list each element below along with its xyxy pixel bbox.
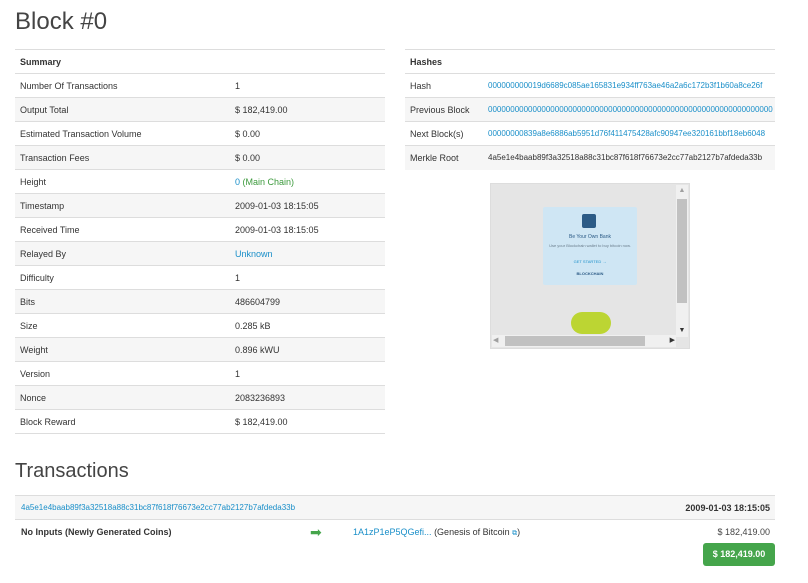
- wallet-icon: [582, 214, 596, 228]
- table-row: Estimated Transaction Volume $ 0.00: [15, 121, 385, 146]
- row-value: $ 0.00: [230, 145, 385, 170]
- transaction-output: 1A1zP1eP5QGefi... (Genesis of Bitcoin ⧉): [353, 527, 520, 538]
- hashes-table: Hashes Hash 000000000019d6689c085ae16583…: [405, 49, 775, 170]
- row-label: Hash: [405, 73, 483, 98]
- table-row: Relayed By Unknown: [15, 241, 385, 266]
- row-label: Weight: [15, 337, 230, 362]
- table-row: Hash 000000000019d6689c085ae165831e934ff…: [405, 73, 775, 98]
- table-row: Block Reward $ 182,419.00: [15, 409, 385, 434]
- row-value: 486604799: [230, 289, 385, 314]
- row-label: Nonce: [15, 385, 230, 410]
- next-block-value: 00000000839a8e6886ab5951d76f411475428afc…: [483, 121, 775, 146]
- row-label: Block Reward: [15, 409, 230, 434]
- table-row: Version 1: [15, 361, 385, 386]
- row-value: $ 0.00: [230, 121, 385, 146]
- row-label: Next Block(s): [405, 121, 483, 146]
- row-label: Transaction Fees: [15, 145, 230, 170]
- relayed-by-value: Unknown: [230, 241, 385, 266]
- hash-link[interactable]: 000000000019d6689c085ae165831e934ff763ae…: [488, 81, 762, 90]
- table-row: Received Time 2009-01-03 18:15:05: [15, 217, 385, 242]
- next-block-link[interactable]: 00000000839a8e6886ab5951d76f411475428afc…: [488, 129, 765, 138]
- table-row: Number Of Transactions 1: [15, 73, 385, 98]
- row-value: 0.896 kWU: [230, 337, 385, 362]
- transactions-title: Transactions: [15, 460, 129, 482]
- table-row: Output Total $ 182,419.00: [15, 97, 385, 122]
- table-row: Next Block(s) 00000000839a8e6886ab5951d7…: [405, 121, 775, 146]
- transaction-inputs: No Inputs (Newly Generated Coins): [21, 527, 172, 537]
- row-label: Bits: [15, 289, 230, 314]
- row-label: Merkle Root: [405, 145, 483, 170]
- row-label: Size: [15, 313, 230, 338]
- hashes-header: Hashes: [405, 49, 775, 74]
- scroll-down-icon[interactable]: ▼: [676, 326, 688, 336]
- row-label: Height: [15, 169, 230, 194]
- table-row: Timestamp 2009-01-03 18:15:05: [15, 193, 385, 218]
- row-label: Timestamp: [15, 193, 230, 218]
- table-row: Previous Block 0000000000000000000000000…: [405, 97, 775, 122]
- ad-brand: BLOCKCHAIN: [576, 271, 604, 276]
- table-row: Height 0 (Main Chain): [15, 169, 385, 194]
- scrollbar-thumb[interactable]: [505, 336, 645, 346]
- main-chain-label: (Main Chain): [242, 176, 295, 187]
- table-row: Weight 0.896 kWU: [15, 337, 385, 362]
- scroll-left-icon[interactable]: ◀: [493, 335, 498, 347]
- table-row: Bits 486604799: [15, 289, 385, 314]
- transaction-hash-link[interactable]: 4a5e1e4baab89f3a32518a88c31bc87f618f7667…: [21, 503, 295, 512]
- transaction-row: No Inputs (Newly Generated Coins) ➡ 1A1z…: [15, 519, 775, 543]
- table-row: Nonce 2083236893: [15, 385, 385, 410]
- ad-body: Use your Blockchain wallet to buy bitcoi…: [549, 243, 631, 248]
- row-label: Received Time: [15, 217, 230, 242]
- row-label: Relayed By: [15, 241, 230, 266]
- ad-cta[interactable]: GET STARTED →: [543, 259, 637, 264]
- row-value: 2009-01-03 18:15:05: [230, 193, 385, 218]
- merkle-root-value: 4a5e1e4baab89f3a32518a88c31bc87f618f7667…: [483, 145, 775, 170]
- hash-value: 000000000019d6689c085ae165831e934ff763ae…: [483, 73, 775, 98]
- vertical-scrollbar[interactable]: ▲ ▼: [676, 185, 688, 337]
- row-label: Previous Block: [405, 97, 483, 122]
- table-row: Size 0.285 kB: [15, 313, 385, 338]
- summary-header-row: Summary: [15, 49, 385, 74]
- scrollbar-thumb[interactable]: [677, 199, 687, 303]
- row-value: $ 182,419.00: [230, 409, 385, 434]
- scroll-up-icon[interactable]: ▲: [676, 186, 688, 196]
- summary-header: Summary: [15, 49, 385, 74]
- row-value: 1: [230, 73, 385, 98]
- arrow-right-icon: ➡: [310, 524, 322, 540]
- row-label: Output Total: [15, 97, 230, 122]
- relayed-by-link[interactable]: Unknown: [235, 249, 273, 259]
- output-address-link[interactable]: 1A1zP1eP5QGefi...: [353, 527, 432, 537]
- height-link[interactable]: 0: [235, 177, 240, 187]
- transaction-time: 2009-01-03 18:15:05: [685, 503, 770, 513]
- table-row: Merkle Root 4a5e1e4baab89f3a32518a88c31b…: [405, 145, 775, 170]
- hashes-header-row: Hashes: [405, 49, 775, 74]
- row-value: 2083236893: [230, 385, 385, 410]
- summary-table: Summary Number Of Transactions 1 Output …: [15, 49, 385, 434]
- row-label: Number Of Transactions: [15, 73, 230, 98]
- transaction-header: 4a5e1e4baab89f3a32518a88c31bc87f618f7667…: [15, 495, 775, 519]
- row-value: $ 182,419.00: [230, 97, 385, 122]
- height-value: 0 (Main Chain): [230, 169, 385, 194]
- scroll-right-icon[interactable]: ▶: [670, 335, 675, 347]
- table-row: Difficulty 1: [15, 265, 385, 290]
- row-value: 1: [230, 265, 385, 290]
- horizontal-scrollbar[interactable]: ◀ ▶: [492, 335, 676, 347]
- previous-block-value: 0000000000000000000000000000000000000000…: [483, 97, 775, 122]
- table-row: Transaction Fees $ 0.00: [15, 145, 385, 170]
- transaction-total-button[interactable]: $ 182,419.00: [703, 543, 775, 566]
- previous-block-link[interactable]: 0000000000000000000000000000000000000000…: [488, 105, 773, 114]
- output-amount: $ 182,419.00: [717, 527, 770, 537]
- row-label: Version: [15, 361, 230, 386]
- row-label: Estimated Transaction Volume: [15, 121, 230, 146]
- ad-pill[interactable]: [571, 312, 611, 334]
- output-note-close: ): [517, 527, 521, 537]
- ad-headline: Be Your Own Bank: [569, 234, 611, 240]
- ad-frame[interactable]: Be Your Own Bank Use your Blockchain wal…: [490, 183, 690, 349]
- page-title: Block #0: [15, 8, 108, 35]
- row-label: Difficulty: [15, 265, 230, 290]
- row-value: 0.285 kB: [230, 313, 385, 338]
- row-value: 1: [230, 361, 385, 386]
- row-value: 2009-01-03 18:15:05: [230, 217, 385, 242]
- ad-card[interactable]: Be Your Own Bank Use your Blockchain wal…: [543, 207, 637, 285]
- output-note: (Genesis of Bitcoin: [434, 527, 510, 537]
